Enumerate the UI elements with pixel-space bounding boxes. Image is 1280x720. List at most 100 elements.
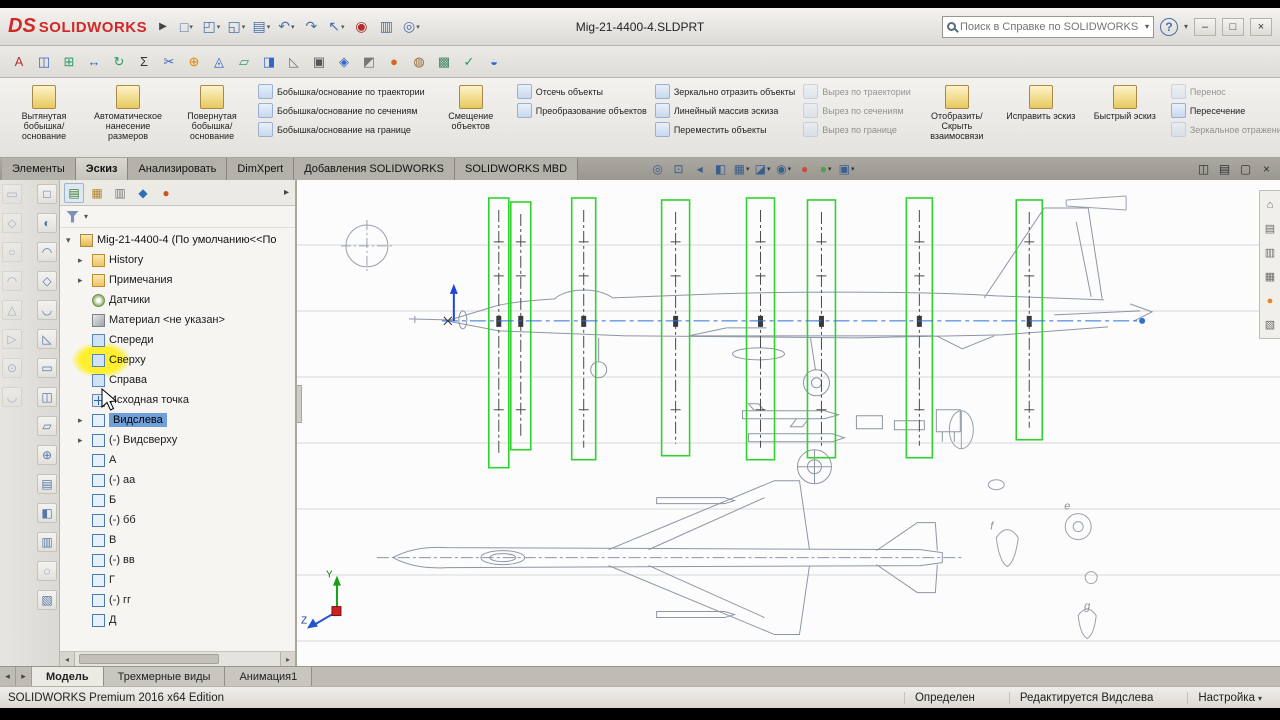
section-view-icon[interactable]: ◈	[333, 51, 355, 73]
filter-funnel-icon[interactable]	[66, 210, 79, 223]
sketch-tool-icon[interactable]: ▧	[37, 590, 57, 610]
save-document-icon[interactable]: ◱ ▾	[225, 15, 248, 38]
tabs-scroll-right-icon[interactable]: ▸	[16, 667, 32, 686]
customize-menu[interactable]: Настройка ▾	[1187, 691, 1272, 704]
side-tool-a8-icon[interactable]: ◡	[2, 387, 22, 407]
ribbon-button[interactable]: Отобразить/Скрыть взаимосвязи	[919, 82, 995, 153]
tree-item[interactable]: ▸ (-) аа	[60, 470, 295, 490]
document-tab[interactable]: Анимация1	[225, 667, 313, 686]
ribbon-button[interactable]: Исправить эскиз	[1003, 82, 1079, 153]
tree-item[interactable]: ▸ Материал <не указан>	[60, 310, 295, 330]
side-tool-a5-icon[interactable]: △	[2, 300, 22, 320]
ribbon-button[interactable]: Отсечь объекты	[516, 82, 647, 101]
convert-entities-icon[interactable]: ▱	[233, 51, 255, 73]
tree-item[interactable]: ▸ Г	[60, 570, 295, 590]
tree-item[interactable]: ▸ Видслева	[60, 410, 295, 430]
collapse-arrow-icon[interactable]: ▾	[66, 235, 76, 246]
featuremanager-tab[interactable]: ▤	[64, 182, 84, 203]
ribbon-button[interactable]: Бобышка/основание по траектории	[258, 82, 425, 101]
ribbon-button[interactable]: Зеркальное отражение	[1170, 120, 1280, 139]
command-tab[interactable]: Элементы	[2, 158, 76, 180]
measure-icon[interactable]: ◺	[283, 51, 305, 73]
search-input[interactable]	[959, 20, 1141, 33]
ribbon-button[interactable]: Быстрый эскиз	[1087, 82, 1163, 153]
command-tab[interactable]: Добавления SOLIDWORKS	[294, 158, 455, 180]
scene-icon[interactable]: ▩	[433, 51, 455, 73]
design-library-icon[interactable]: ▤	[1263, 221, 1278, 236]
offset-entities-icon[interactable]: ⊕	[183, 51, 205, 73]
manager-flyout-arrow[interactable]: ▸	[284, 187, 291, 198]
view-settings-icon[interactable]: ▣ ▾	[837, 160, 856, 179]
side-tool-a1-icon[interactable]: ▭	[2, 184, 22, 204]
expand-arrow-icon[interactable]: ▸	[78, 415, 88, 426]
displaymanager-tab[interactable]: ●	[156, 183, 176, 203]
ribbon-button[interactable]: Вырез по сечениям	[803, 101, 911, 120]
ribbon-button[interactable]: Бобышка/основание по сечениям	[258, 101, 425, 120]
propertymanager-tab[interactable]: ▦	[87, 183, 107, 203]
section-view-icon[interactable]: ◧	[711, 160, 730, 179]
sketch-section-rectangles[interactable]	[488, 197, 1044, 469]
side-tool-a7-icon[interactable]: ⊙	[2, 358, 22, 378]
shell-icon[interactable]: ◫	[37, 387, 57, 407]
mass-properties-icon[interactable]: ▣	[308, 51, 330, 73]
options-gear-icon[interactable]: ◎ ▾	[400, 15, 423, 38]
rib-icon[interactable]: ▭	[37, 358, 57, 378]
view-orientation-icon[interactable]: ◩	[358, 51, 380, 73]
zoom-area-icon[interactable]: ⊡	[669, 160, 688, 179]
sketch-grid-icon[interactable]: ⊞	[58, 51, 80, 73]
side-tool-a4-icon[interactable]: ◠	[2, 271, 22, 291]
reference-plane-icon[interactable]: ▥	[37, 532, 57, 552]
view-palette-icon[interactable]: ▦	[1263, 269, 1278, 284]
ribbon-button[interactable]: Переместить объекты	[654, 120, 795, 139]
help-dropdown-icon[interactable]: ▾	[1184, 22, 1188, 31]
mirror-entities-icon[interactable]: ◬	[208, 51, 230, 73]
pane-split-icon[interactable]: ◫	[1194, 160, 1213, 179]
hide-show-items-icon[interactable]: ◉ ▾	[774, 160, 793, 179]
format-painter-icon[interactable]: ◫	[33, 51, 55, 73]
mirror-feature-icon[interactable]: ◧	[37, 503, 57, 523]
reference-axis-icon[interactable]: ◌	[37, 561, 57, 581]
scroll-right-icon[interactable]: ▸	[280, 652, 295, 666]
sketch-centerline[interactable]	[441, 283, 1146, 326]
ribbon-button[interactable]: Линейный массив эскиза	[654, 101, 795, 120]
ribbon-button[interactable]: Вырез по границе	[803, 120, 911, 139]
tree-item[interactable]: ▸ Сверху	[60, 342, 295, 378]
tree-item[interactable]: ▸ Примечания	[60, 270, 295, 290]
custom-properties-icon[interactable]: ▧	[1263, 317, 1278, 332]
linear-pattern-icon[interactable]: ◨	[258, 51, 280, 73]
display-style-icon[interactable]: ◪ ▾	[753, 160, 772, 179]
command-tab[interactable]: DimXpert	[227, 158, 295, 180]
tree-horizontal-scrollbar[interactable]: ◂ ▸	[60, 651, 295, 666]
scroll-left-icon[interactable]: ◂	[60, 652, 75, 666]
ribbon-button[interactable]: Зеркально отразить объекты	[654, 82, 795, 101]
lofted-boss-icon[interactable]: ◇	[37, 271, 57, 291]
tree-item[interactable]: ▸ Исходная точка	[60, 390, 295, 410]
side-tool-a2-icon[interactable]: ◇	[2, 213, 22, 233]
zoom-fit-icon[interactable]: ◎	[648, 160, 667, 179]
tree-item[interactable]: ▸ В	[60, 530, 295, 550]
tree-item[interactable]: ▸ А	[60, 450, 295, 470]
undo-icon[interactable]: ↶ ▾	[275, 15, 298, 38]
document-tab[interactable]: Трехмерные виды	[103, 667, 226, 686]
extruded-boss-icon[interactable]: □	[37, 184, 57, 204]
ribbon-button[interactable]: Вырез по траектории	[803, 82, 911, 101]
tree-item[interactable]: ▸ (-) гг	[60, 590, 295, 610]
evaluate-icon[interactable]: ◒	[483, 51, 505, 73]
ribbon-button[interactable]: Повернутая бобышка/основание	[174, 82, 250, 153]
fillet-icon[interactable]: ◡	[37, 300, 57, 320]
appearance-ball-icon[interactable]: ◍	[408, 51, 430, 73]
maximize-button[interactable]: □	[1222, 17, 1244, 36]
revolved-boss-icon[interactable]: ◐	[37, 213, 57, 233]
command-tab[interactable]: Эскиз	[75, 158, 129, 180]
edit-appearance-icon[interactable]: ●	[795, 160, 814, 179]
redo-icon[interactable]: ↷	[300, 15, 323, 38]
graphics-viewport[interactable]: e f g Y Z ⌂ ▤ ▥ ▦ ● ▧	[296, 180, 1280, 666]
tree-root-item[interactable]: ▾ Mig-21-4400-4 (По умолчанию<<По	[60, 230, 295, 250]
configurationmanager-tab[interactable]: ▥	[110, 183, 130, 203]
file-properties-icon[interactable]: ▥	[375, 15, 398, 38]
minimize-button[interactable]: –	[1194, 17, 1216, 36]
taskpane-home-icon[interactable]: ⌂	[1263, 197, 1278, 212]
tabs-scroll-left-icon[interactable]: ◂	[0, 667, 16, 686]
view-orientation-icon[interactable]: ▦ ▾	[732, 160, 751, 179]
linear-pattern-icon[interactable]: ▤	[37, 474, 57, 494]
